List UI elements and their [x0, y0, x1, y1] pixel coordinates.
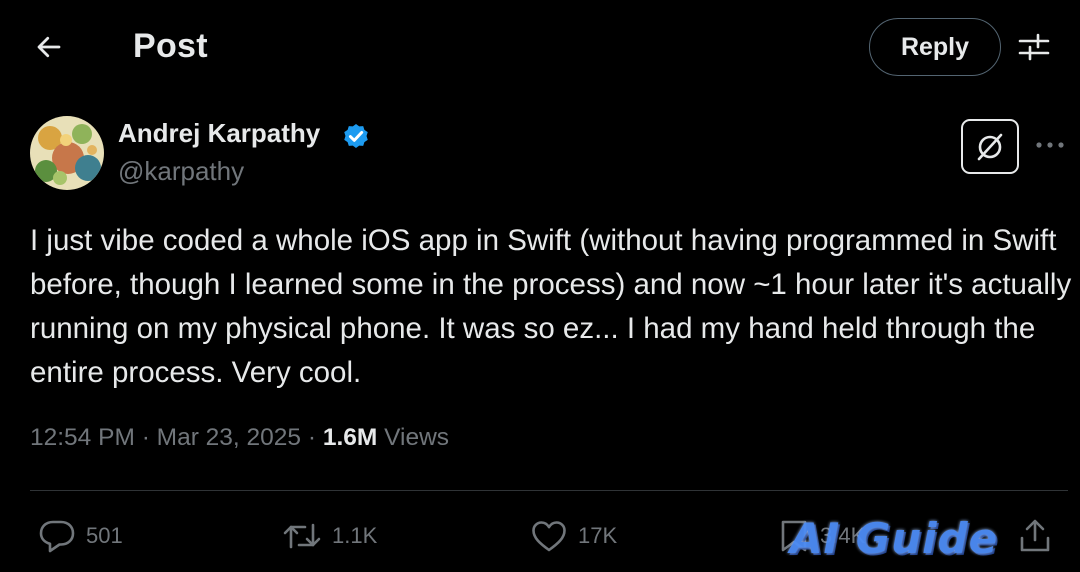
grok-icon	[977, 133, 1003, 160]
avatar-image	[30, 116, 104, 190]
arrow-left-icon	[37, 36, 61, 58]
divider	[30, 490, 1068, 491]
author-handle[interactable]: @karpathy	[118, 156, 244, 187]
like-count: 17K	[578, 523, 618, 548]
views-count: 1.6M	[322, 424, 378, 451]
heart-icon	[532, 521, 566, 552]
repost-action[interactable]: 1.1K	[282, 510, 377, 562]
top-bar: Post Reply	[0, 0, 1080, 96]
reply-count: 501	[86, 523, 123, 548]
verified-icon	[344, 124, 368, 148]
avatar[interactable]	[30, 116, 104, 190]
share-action[interactable]	[1018, 510, 1052, 562]
tweet-text: I just vibe coded a whole iOS app in Swi…	[30, 224, 1072, 389]
author-name[interactable]: Andrej Karpathy	[118, 118, 320, 149]
tweet-meta: 12:54 PM · Mar 23, 2025 · 1.6M Views	[30, 424, 449, 452]
sliders-icon	[1018, 33, 1050, 61]
reply-action[interactable]: 501	[38, 510, 123, 562]
ellipsis-icon	[1036, 142, 1064, 148]
share-icon	[1020, 519, 1050, 552]
page-title: Post	[133, 27, 208, 65]
views-label: Views	[384, 424, 450, 451]
grok-button[interactable]	[961, 119, 1019, 174]
meta-separator: ·	[307, 424, 317, 451]
more-options-button[interactable]	[1032, 130, 1068, 160]
tweet-date[interactable]: Mar 23, 2025	[157, 424, 301, 451]
like-action[interactable]: 17K	[530, 510, 617, 562]
repost-count: 1.1K	[332, 523, 378, 548]
repost-icon	[283, 523, 321, 549]
settings-button[interactable]	[1016, 30, 1052, 64]
tweet-time[interactable]: 12:54 PM	[30, 424, 135, 451]
reply-button[interactable]: Reply	[869, 18, 1001, 76]
comment-icon	[39, 520, 75, 553]
back-button[interactable]	[30, 28, 68, 66]
verified-badge	[340, 120, 372, 152]
watermark: AI Guide	[790, 514, 999, 563]
meta-separator: ·	[141, 424, 150, 451]
